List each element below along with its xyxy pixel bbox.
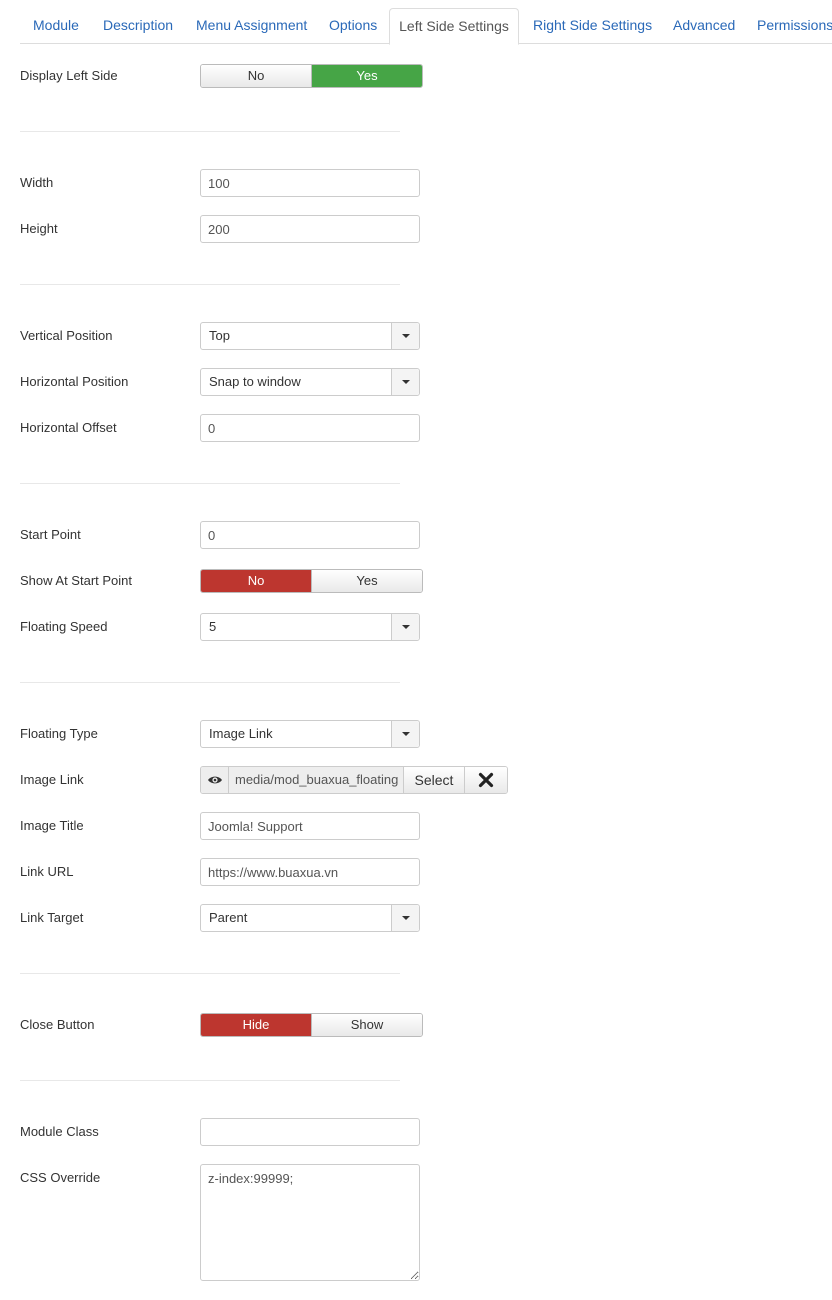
chevron-down-icon [391, 369, 419, 395]
chevron-down-icon [391, 614, 419, 640]
start-point-label: Start Point [20, 527, 81, 542]
section-divider [20, 284, 400, 285]
image-title-input[interactable] [200, 812, 420, 840]
section-divider [20, 973, 400, 974]
link-target-value: Parent [209, 910, 248, 925]
close-icon [478, 772, 494, 788]
section-divider [20, 131, 400, 132]
css-override-textarea[interactable]: z-index:99999; [200, 1164, 420, 1281]
floating-type-value: Image Link [209, 726, 273, 741]
link-target-label: Link Target [20, 910, 84, 925]
close-button-show-option[interactable]: Show [311, 1014, 422, 1036]
show-at-start-point-label: Show At Start Point [20, 573, 133, 588]
close-button-hide-option[interactable]: Hide [201, 1014, 311, 1036]
start-point-input[interactable] [200, 521, 420, 549]
tab-permissions[interactable]: Permissions [757, 9, 832, 44]
image-link-path: media/mod_buaxua_floating [229, 767, 404, 793]
floating-speed-value: 5 [209, 619, 217, 634]
vertical-position-label: Vertical Position [20, 328, 113, 343]
horizontal-position-select[interactable]: Snap to window [200, 368, 420, 396]
tab-description[interactable]: Description [103, 9, 173, 44]
tab-module[interactable]: Module [33, 9, 79, 44]
section-divider [20, 483, 400, 484]
image-link-media-field: media/mod_buaxua_floating Select [200, 766, 508, 794]
height-label: Height [20, 221, 58, 236]
tab-options[interactable]: Options [329, 9, 377, 44]
height-input[interactable] [200, 215, 420, 243]
module-class-label: Module Class [20, 1124, 99, 1139]
chevron-down-icon [391, 905, 419, 931]
module-class-input[interactable] [200, 1118, 420, 1146]
tab-bar: Module Description Menu Assignment Optio… [20, 8, 832, 45]
section-divider [20, 682, 400, 683]
tab-left-side-settings[interactable]: Left Side Settings [389, 8, 519, 45]
css-override-label: CSS Override [20, 1170, 101, 1185]
horizontal-offset-label: Horizontal Offset [20, 420, 117, 435]
link-target-select[interactable]: Parent [200, 904, 420, 932]
chevron-down-icon [391, 323, 419, 349]
image-title-label: Image Title [20, 818, 84, 833]
show-at-start-point-toggle: No Yes [200, 569, 423, 593]
width-input[interactable] [200, 169, 420, 197]
link-url-label: Link URL [20, 864, 74, 879]
horizontal-offset-input[interactable] [200, 414, 420, 442]
display-left-side-label: Display Left Side [20, 68, 118, 83]
select-button[interactable]: Select [404, 767, 465, 793]
tab-right-side-settings[interactable]: Right Side Settings [533, 9, 652, 44]
vertical-position-value: Top [209, 328, 230, 343]
display-left-side-no-option[interactable]: No [201, 65, 311, 87]
chevron-down-icon [391, 721, 419, 747]
eye-icon [208, 776, 222, 784]
floating-speed-select[interactable]: 5 [200, 613, 420, 641]
close-button-label: Close Button [20, 1017, 95, 1032]
preview-button[interactable] [201, 767, 229, 793]
tab-menu-assignment[interactable]: Menu Assignment [196, 9, 307, 44]
close-button-toggle: Hide Show [200, 1013, 423, 1037]
floating-type-label: Floating Type [20, 726, 98, 741]
tab-advanced[interactable]: Advanced [673, 9, 735, 44]
floating-speed-label: Floating Speed [20, 619, 108, 634]
width-label: Width [20, 175, 54, 190]
link-url-input[interactable] [200, 858, 420, 886]
display-left-side-toggle: No Yes [200, 64, 423, 88]
show-at-start-point-yes-option[interactable]: Yes [311, 570, 422, 592]
horizontal-position-label: Horizontal Position [20, 374, 129, 389]
floating-type-select[interactable]: Image Link [200, 720, 420, 748]
clear-button[interactable] [465, 767, 507, 793]
show-at-start-point-no-option[interactable]: No [201, 570, 311, 592]
section-divider [20, 1080, 400, 1081]
horizontal-position-value: Snap to window [209, 374, 301, 389]
image-link-label: Image Link [20, 772, 84, 787]
display-left-side-yes-option[interactable]: Yes [311, 65, 422, 87]
vertical-position-select[interactable]: Top [200, 322, 420, 350]
